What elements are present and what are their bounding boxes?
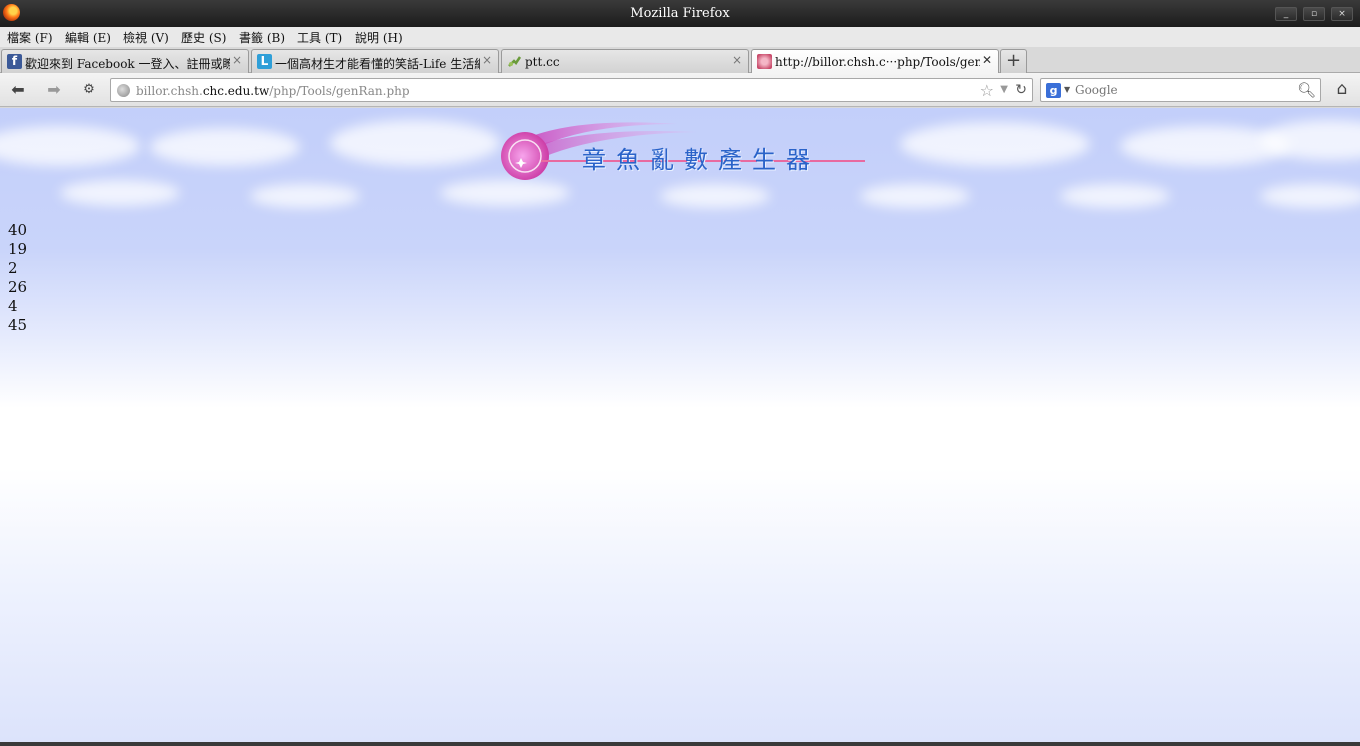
search-input[interactable]	[1075, 82, 1295, 98]
life-icon: L	[257, 54, 272, 69]
globe-icon	[117, 84, 130, 97]
close-tab-icon[interactable]: ×	[732, 53, 742, 67]
close-tab-icon[interactable]: ✕	[982, 53, 992, 67]
cloud	[440, 180, 570, 206]
cloud	[0, 126, 140, 166]
title-bar: Mozilla Firefox _ ▫ ×	[0, 0, 1360, 27]
page-content: 章魚亂數產生器 40 19 2 26 4 45	[0, 108, 1360, 742]
cloud	[1260, 184, 1360, 208]
menu-history[interactable]: 歷史 (S)	[181, 29, 226, 46]
banner-title: 章魚亂數產生器	[582, 146, 820, 174]
search-icon[interactable]: 🔍︎	[1297, 81, 1316, 99]
random-number: 45	[8, 316, 28, 334]
tab-label: 歡迎來到 Facebook 一登入、註冊或瞭…	[25, 57, 230, 71]
history-dropdown-icon[interactable]: ▼	[1000, 84, 1008, 95]
url-prefix: billor.chsh.	[136, 84, 203, 98]
url-text[interactable]: billor.chsh.chc.edu.tw/php/Tools/genRan.…	[136, 84, 410, 98]
back-arrow-icon[interactable]: ⬅	[7, 80, 29, 100]
menu-bookmarks[interactable]: 書籤 (B)	[239, 29, 285, 46]
minimize-button[interactable]: _	[1275, 7, 1297, 21]
cloud	[1060, 184, 1170, 208]
cloud	[860, 184, 970, 208]
new-tab-button[interactable]: +	[1000, 49, 1027, 73]
tab-life[interactable]: L 一個高材生才能看懂的笑話-Life 生活網 ×	[251, 49, 499, 73]
reload-icon[interactable]: ↻	[1015, 82, 1027, 98]
cloud	[660, 184, 770, 208]
tab-label: http://billor.chsh.c···php/Tools/genRan.…	[775, 55, 980, 69]
menu-view[interactable]: 檢視 (V)	[123, 29, 169, 46]
share-icon[interactable]: ⚙	[78, 80, 100, 100]
url-path: /php/Tools/genRan.php	[269, 84, 410, 98]
menu-help[interactable]: 說明 (H)	[355, 29, 403, 46]
cloud	[60, 180, 180, 206]
home-icon[interactable]: ⌂	[1331, 79, 1353, 99]
status-bar	[0, 742, 1360, 746]
random-number: 26	[8, 278, 28, 296]
forward-arrow-icon[interactable]: ➡	[43, 80, 65, 100]
window-title: Mozilla Firefox	[630, 6, 730, 21]
tab-facebook[interactable]: f 歡迎來到 Facebook 一登入、註冊或瞭… ×	[1, 49, 249, 73]
random-number: 40	[8, 221, 28, 239]
tab-label: 一個高材生才能看懂的笑話-Life 生活網	[275, 57, 480, 71]
ptt-icon	[507, 54, 522, 69]
facebook-icon: f	[7, 54, 22, 69]
site-logo: 章魚亂數產生器	[497, 118, 867, 182]
menu-bar: 檔案 (F) 編輯 (E) 檢視 (V) 歷史 (S) 書籤 (B) 工具 (T…	[0, 27, 1360, 47]
tab-label: ptt.cc	[525, 55, 560, 69]
menu-file[interactable]: 檔案 (F)	[7, 29, 53, 46]
menu-tools[interactable]: 工具 (T)	[297, 29, 342, 46]
close-tab-icon[interactable]: ×	[232, 53, 242, 67]
search-bar[interactable]: g ▼ 🔍︎	[1040, 78, 1321, 102]
cloud	[900, 122, 1090, 166]
navigation-bar: ⬅ ➡ ⚙ billor.chsh.chc.edu.tw/php/Tools/g…	[0, 73, 1360, 107]
cloud	[250, 184, 360, 208]
random-number: 19	[8, 240, 28, 258]
random-number: 4	[8, 297, 18, 315]
cloud	[330, 120, 500, 166]
tab-ptt[interactable]: ptt.cc ×	[501, 49, 749, 73]
tab-genran[interactable]: http://billor.chsh.c···php/Tools/genRan.…	[751, 49, 999, 74]
random-number-list: 40 19 2 26 4 45	[8, 221, 27, 335]
url-host: chc.edu.tw	[202, 84, 270, 98]
tab-strip: f 歡迎來到 Facebook 一登入、註冊或瞭… × L 一個高材生才能看懂的…	[0, 47, 1360, 74]
engine-dropdown-icon[interactable]: ▼	[1064, 85, 1070, 94]
close-tab-icon[interactable]: ×	[482, 53, 492, 67]
bookmark-star-icon[interactable]: ☆	[980, 81, 994, 100]
maximize-button[interactable]: ▫	[1303, 7, 1325, 21]
address-bar[interactable]: billor.chsh.chc.edu.tw/php/Tools/genRan.…	[110, 78, 1033, 102]
close-window-button[interactable]: ×	[1331, 7, 1353, 21]
menu-edit[interactable]: 編輯 (E)	[65, 29, 111, 46]
random-number: 2	[8, 259, 18, 277]
octopus-icon	[757, 54, 772, 69]
google-icon[interactable]: g	[1046, 83, 1061, 98]
cloud	[150, 128, 300, 166]
